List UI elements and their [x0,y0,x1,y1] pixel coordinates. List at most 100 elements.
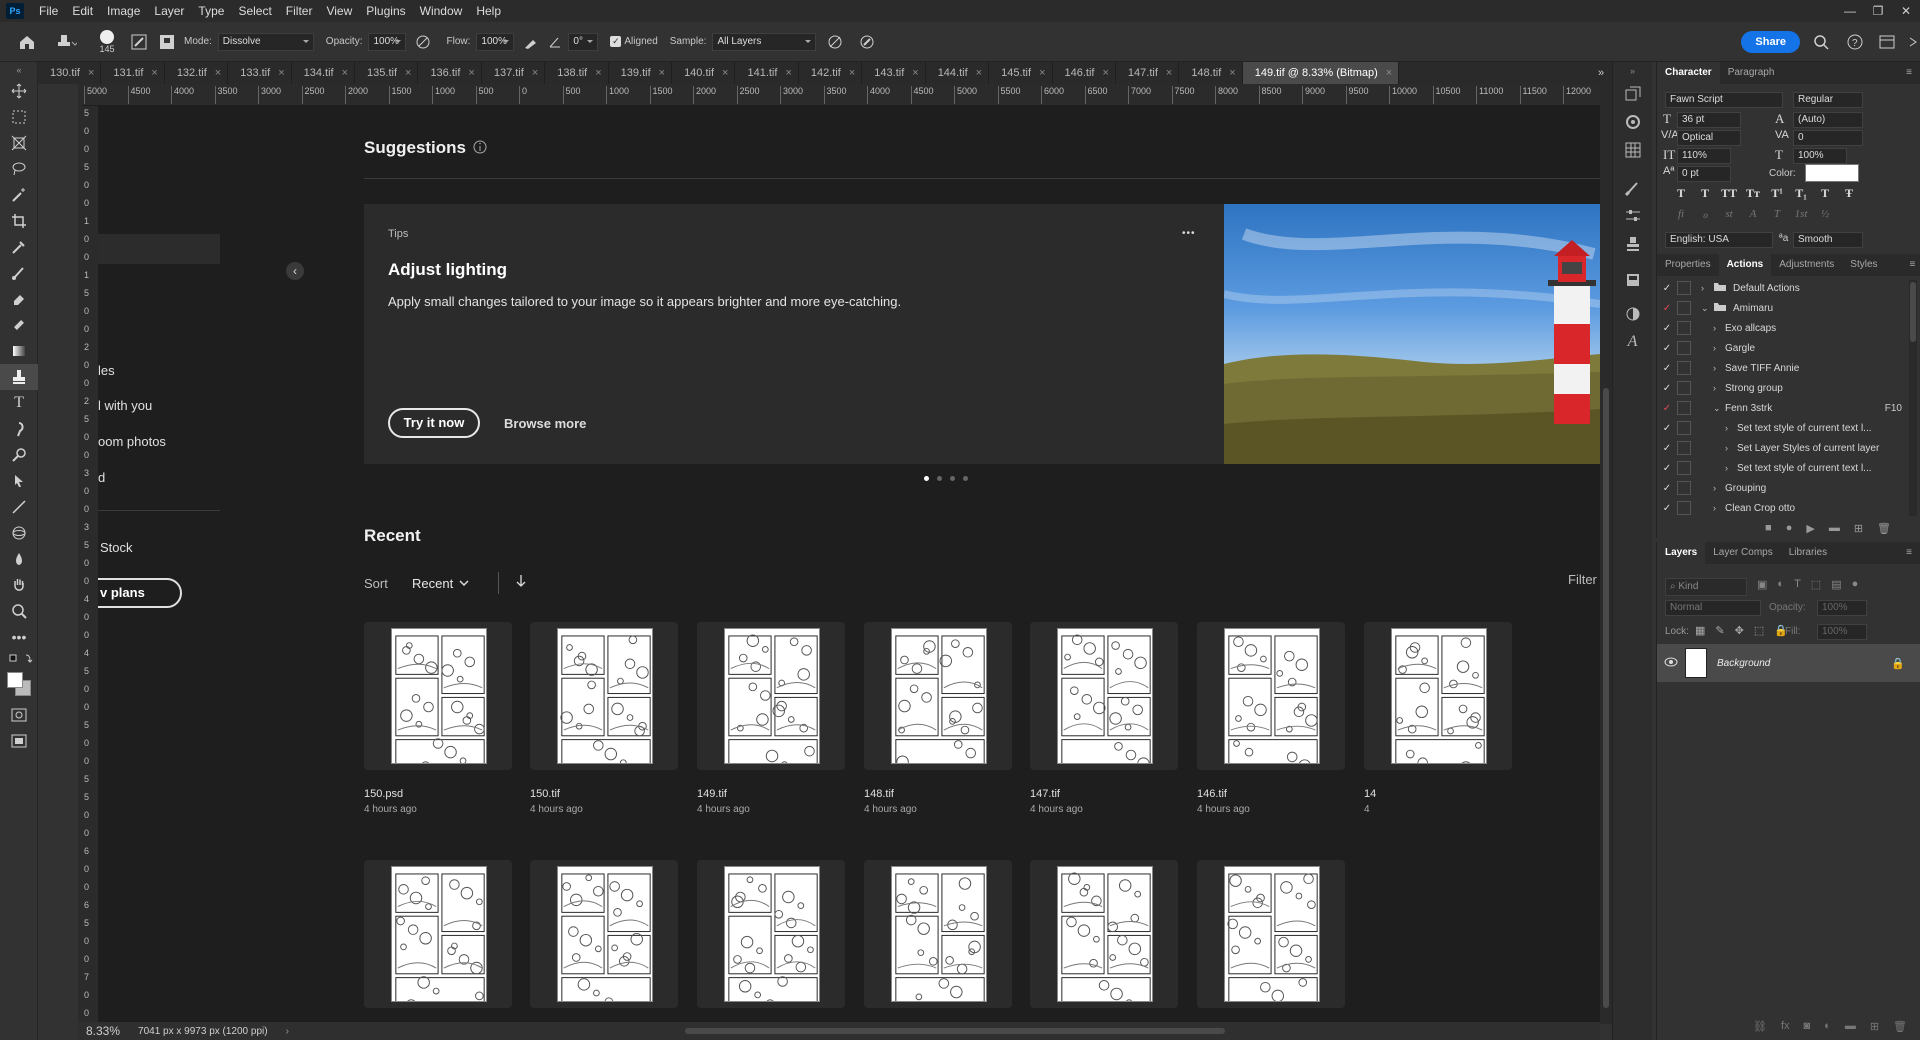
view-plans-button[interactable]: v plans [98,578,182,608]
recent-file-card[interactable] [1030,860,1178,1008]
document-tab[interactable]: 141.tif × [735,62,799,84]
eraser-tool-icon[interactable] [0,286,38,312]
opacity-input[interactable]: 100% [368,32,407,51]
close-tab-icon[interactable]: × [151,62,157,84]
type-style-button[interactable]: Tт [1741,186,1765,201]
sidebar-item-stock[interactable]: Stock [100,540,133,555]
type-style-button[interactable]: T [1813,186,1837,201]
action-enabled-check-icon[interactable]: ✓ [1657,303,1677,314]
document-tab[interactable]: 148.tif × [1179,62,1243,84]
layer-lock-icon[interactable]: 🔒 [1891,657,1920,670]
dialog-toggle-box[interactable] [1677,461,1691,475]
document-tab[interactable]: 131.tif × [101,62,165,84]
try-it-now-button[interactable]: Try it now [388,408,480,438]
panel-menu-icon[interactable]: ≡ [1898,542,1920,564]
language-select[interactable]: English: USA [1665,232,1773,248]
close-tab-icon[interactable]: × [976,62,982,84]
menu-file[interactable]: File [32,4,65,18]
carousel-dot[interactable] [963,476,968,481]
artboard-tool-icon[interactable] [0,130,38,156]
info-icon[interactable] [472,139,488,158]
document-tab[interactable]: 137.tif × [482,62,546,84]
filter-toggle-icon[interactable]: ● [1852,578,1859,591]
color-icon[interactable] [1613,108,1652,136]
tabs-overflow-icon[interactable]: » [1590,62,1612,84]
magic-wand-tool-icon[interactable] [0,182,38,208]
document-tab[interactable]: 140.tif × [672,62,736,84]
dialog-toggle-box[interactable] [1677,421,1691,435]
dialog-toggle-box[interactable] [1677,361,1691,375]
opentype-button[interactable]: st [1717,208,1741,221]
pressure-size-icon[interactable] [854,34,880,50]
close-tab-icon[interactable]: × [595,62,601,84]
blur-tool-icon[interactable] [0,546,38,572]
text-color-swatch[interactable] [1805,164,1859,182]
opentype-button[interactable]: 1st [1789,208,1813,221]
type-style-button[interactable]: T [1693,186,1717,201]
restore-button[interactable]: ❐ [1864,0,1892,22]
chevron-right-icon[interactable]: › [1713,363,1725,373]
menu-filter[interactable]: Filter [279,4,320,18]
clone-stamp-tool-icon[interactable] [0,364,38,390]
minimize-button[interactable]: — [1836,0,1864,22]
shape-filter-icon[interactable]: ⬚ [1811,578,1821,591]
blend-mode-select[interactable]: Normal [1665,600,1761,616]
action-row[interactable]: ✓ › Grouping [1657,478,1920,498]
recent-file-card[interactable] [530,860,678,1008]
document-tab[interactable]: 146.tif × [1053,62,1116,84]
action-row[interactable]: ✓ › Set text style of current text l... [1657,418,1920,438]
type-style-button[interactable]: T¹ [1765,186,1789,201]
horizontal-scrollbar-thumb[interactable] [684,1028,1225,1034]
recent-file-card[interactable] [864,622,1012,770]
action-enabled-check-icon[interactable]: ✓ [1657,363,1677,374]
close-tab-icon[interactable]: × [659,62,665,84]
action-enabled-check-icon[interactable]: ✓ [1657,483,1677,494]
layer-kind-filter[interactable]: ⌕ Kind [1665,578,1747,596]
sidebar-selected-item[interactable] [98,234,220,264]
flow-input[interactable]: 100% [476,32,515,51]
chevron-right-icon[interactable]: › [1725,463,1737,473]
document-tab[interactable]: 145.tif × [989,62,1053,84]
sidebar-item-lightroom[interactable]: oom photos [98,434,166,449]
tab-styles[interactable]: Styles [1842,254,1885,276]
dialog-toggle-box[interactable] [1677,381,1691,395]
delete-layer-icon[interactable]: 🗑 [1893,1020,1907,1033]
chevron-right-icon[interactable]: › [1713,383,1725,393]
kerning-select[interactable]: Optical [1677,130,1741,146]
workspace-icon[interactable] [1874,34,1900,50]
smart-object-filter-icon[interactable]: ▤ [1831,578,1841,591]
vertical-scale-input[interactable]: 110% [1677,148,1731,164]
dialog-toggle-box[interactable] [1677,281,1691,295]
screen-mode-icon[interactable] [0,728,38,754]
close-tab-icon[interactable]: × [1386,62,1392,84]
chevron-right-icon[interactable]: › [1725,443,1737,453]
panel-menu-icon[interactable]: ≡ [1902,254,1920,276]
properties-panel-icon[interactable] [1613,266,1652,294]
type-tool-icon[interactable]: T [0,390,38,416]
menu-edit[interactable]: Edit [65,4,100,18]
zoom-level[interactable]: 8.33% [86,1024,120,1038]
opentype-button[interactable]: fi [1669,208,1693,221]
3d-object-icon[interactable] [0,520,38,546]
dialog-toggle-box[interactable] [1677,321,1691,335]
document-tab[interactable]: 147.tif × [1116,62,1180,84]
action-row[interactable]: ✓ › Gargle [1657,338,1920,358]
action-enabled-check-icon[interactable]: ✓ [1657,383,1677,394]
delete-icon[interactable]: 🗑 [1877,522,1891,535]
document-tab[interactable]: 138.tif × [545,62,609,84]
document-tab[interactable]: 143.tif × [862,62,926,84]
action-row[interactable]: ✓ › Save TIFF Annie [1657,358,1920,378]
foreground-color-swatch[interactable] [7,672,23,688]
dialog-toggle-box[interactable] [1677,481,1691,495]
add-mask-icon[interactable]: ◙ [1804,1020,1811,1032]
actions-scrollbar-thumb[interactable] [1910,282,1916,342]
new-group-icon[interactable]: ▬ [1845,1020,1856,1032]
zoom-tool-icon[interactable] [0,598,38,624]
document-tab[interactable]: 144.tif × [926,62,990,84]
brush-size-picker[interactable]: 145 [92,29,122,54]
action-enabled-check-icon[interactable]: ✓ [1657,463,1677,474]
file-name[interactable]: 146.tif [1197,788,1227,800]
dialog-toggle-box[interactable] [1677,441,1691,455]
type-style-button[interactable]: T₁ [1789,186,1813,201]
tracking-select[interactable]: 0 [1793,130,1863,146]
